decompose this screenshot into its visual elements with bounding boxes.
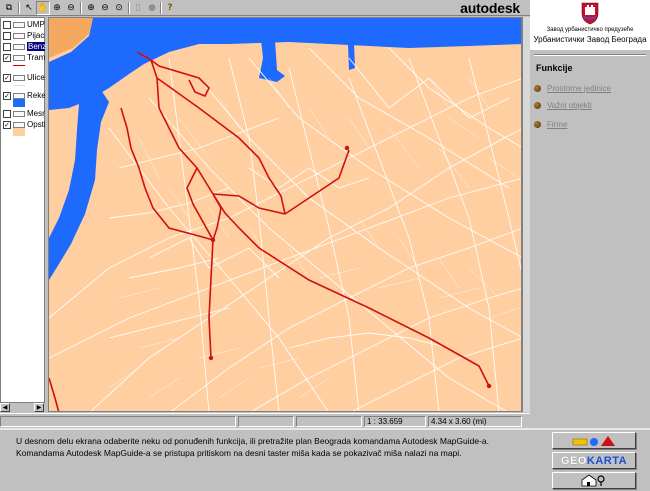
org-title: Урбанистички Завод Београда	[533, 35, 647, 44]
pan-tool-icon[interactable]: ✋	[36, 1, 50, 15]
function-link[interactable]: Firme	[547, 120, 567, 129]
toolbar-separator	[160, 2, 162, 14]
tools-button[interactable]	[552, 472, 636, 489]
geo-text: GEO	[560, 454, 587, 467]
layer-icon	[13, 43, 25, 50]
shapes-icon	[572, 435, 615, 446]
layer-checkbox[interactable]	[3, 109, 11, 118]
house-key-icon	[581, 474, 605, 487]
panel-divider	[534, 54, 646, 56]
toolbar-separator	[80, 2, 82, 14]
autodesk-logo: autodesk	[460, 0, 520, 16]
bottom-bar: U desnom delu ekrana odaberite neku od p…	[0, 428, 650, 491]
legend-horizontal-scrollbar[interactable]: ◀ ▶	[0, 402, 45, 412]
scroll-right-arrow-icon[interactable]: ▶	[34, 403, 44, 412]
functions-heading: Funkcije	[536, 63, 573, 73]
danube-river	[49, 18, 521, 110]
map-scale: 1 : 33.659	[364, 416, 426, 427]
map-vertical-scrollbar[interactable]	[522, 17, 530, 412]
function-panel: Завод урбанистичко предузеће Урбанистичк…	[530, 0, 650, 428]
map-toolbar: ⧉ ↖ ✋ ⊕ ⊖ ⊕ ⊖ ⊙ ▯ ● ? autodesk	[0, 0, 530, 16]
geokarta-button[interactable]: GEOKARTA	[552, 452, 636, 469]
bullet-icon	[534, 120, 541, 128]
org-logo-box: Завод урбанистичко предузеће Урбанистичк…	[530, 0, 650, 50]
zoom-window-icon[interactable]: ⊕	[84, 1, 98, 15]
tram-stops	[208, 145, 492, 389]
legend-layer-tramv[interactable]: ✓ Tramv	[1, 52, 45, 63]
pointer-tool-icon[interactable]: ↖	[22, 1, 36, 15]
layer-icon	[13, 21, 25, 28]
bullet-icon	[534, 84, 541, 92]
layer-checkbox[interactable]	[3, 31, 11, 40]
street-line-swatch	[13, 85, 25, 86]
geokarta-label: GEOKARTA	[561, 455, 627, 467]
legend-layer-ump[interactable]: UMP	[1, 19, 45, 30]
layer-checkbox[interactable]: ✓	[3, 73, 11, 82]
minor-streets	[108, 77, 520, 399]
layer-label: Pijace	[27, 31, 45, 40]
status-bar: 1 : 33.659 4.34 x 3.60 (mi)	[0, 413, 530, 428]
layer-label: UMP	[27, 20, 45, 29]
sava-river	[49, 90, 109, 280]
layer-icon	[13, 54, 25, 61]
municipality-swatch	[13, 128, 25, 136]
layer-label: Reke	[27, 91, 45, 100]
layer-label: Benzin	[27, 42, 45, 51]
scale-readout	[238, 416, 294, 427]
legend-layer-mesne[interactable]: Mesne	[1, 108, 45, 119]
bullet-icon	[534, 101, 541, 109]
harbour-basin	[259, 40, 285, 82]
function-firme[interactable]: Firme	[534, 118, 567, 130]
org-subtitle: Завод урбанистичко предузеће	[546, 27, 634, 33]
layer-checkbox[interactable]: ✓	[3, 91, 11, 100]
status-cell	[296, 416, 362, 427]
toolbar-separator	[128, 2, 130, 14]
map-viewer: ⧉ ↖ ✋ ⊕ ⊖ ⊕ ⊖ ⊙ ▯ ● ? autodesk UMP Pijac…	[0, 0, 530, 428]
tram-line-swatch	[13, 65, 25, 66]
print-tool-icon[interactable]: ▯	[131, 1, 145, 15]
help-tool-icon[interactable]: ?	[163, 1, 177, 15]
function-vazni-objekti[interactable]: Važni objekti	[534, 99, 592, 111]
karta-text: KARTA	[586, 454, 628, 467]
zoom-in-tool-icon[interactable]: ⊕	[50, 1, 64, 15]
zoom-previous-icon[interactable]: ⊖	[98, 1, 112, 15]
function-prostorne-jedinice[interactable]: Prostorne jedinice	[534, 82, 611, 94]
zoom-extents-icon[interactable]: ⊙	[112, 1, 126, 15]
city-map[interactable]	[48, 17, 522, 412]
layer-icon	[13, 74, 25, 81]
layer-legend: UMP Pijace Benzin ✓ Tramv ✓ Ulice	[0, 17, 45, 412]
layer-icon	[13, 110, 25, 117]
layer-checkbox[interactable]: ✓	[3, 53, 11, 62]
map-canvas[interactable]	[49, 18, 522, 412]
map-extent: 4.34 x 3.60 (mi)	[428, 416, 522, 427]
function-link[interactable]: Važni objekti	[547, 101, 592, 110]
layer-icon	[13, 121, 25, 128]
river-swatch	[13, 99, 25, 107]
layer-label: Tramv	[27, 53, 45, 62]
copy-tool-icon[interactable]: ⧉	[2, 1, 16, 15]
layer-checkbox[interactable]	[3, 20, 11, 29]
layer-label: Mesne	[27, 109, 45, 118]
tram-lines	[49, 51, 490, 411]
layer-checkbox[interactable]	[3, 42, 11, 51]
shapes-button[interactable]	[552, 432, 636, 449]
help-text: U desnom delu ekrana odaberite neku od p…	[16, 436, 489, 458]
layer-checkbox[interactable]: ✓	[3, 120, 11, 129]
layer-icon	[13, 92, 25, 99]
layer-label: Ulice	[27, 73, 45, 82]
zoom-out-tool-icon[interactable]: ⊖	[64, 1, 78, 15]
function-link[interactable]: Prostorne jedinice	[547, 84, 611, 93]
legend-layer-pijace[interactable]: Pijace	[1, 30, 45, 41]
scroll-left-arrow-icon[interactable]: ◀	[0, 403, 10, 412]
legend-list: UMP Pijace Benzin ✓ Tramv ✓ Ulice	[0, 17, 45, 403]
layer-icon	[13, 32, 25, 39]
toolbar-separator	[18, 2, 20, 14]
legend-layer-benzin[interactable]: Benzin	[1, 41, 45, 52]
belgrade-crest-icon	[581, 2, 599, 25]
legend-layer-ulice[interactable]: ✓ Ulice	[1, 72, 45, 83]
layer-label: Opstin	[27, 120, 45, 129]
status-message	[0, 416, 236, 427]
stop-tool-icon[interactable]: ●	[145, 1, 159, 15]
